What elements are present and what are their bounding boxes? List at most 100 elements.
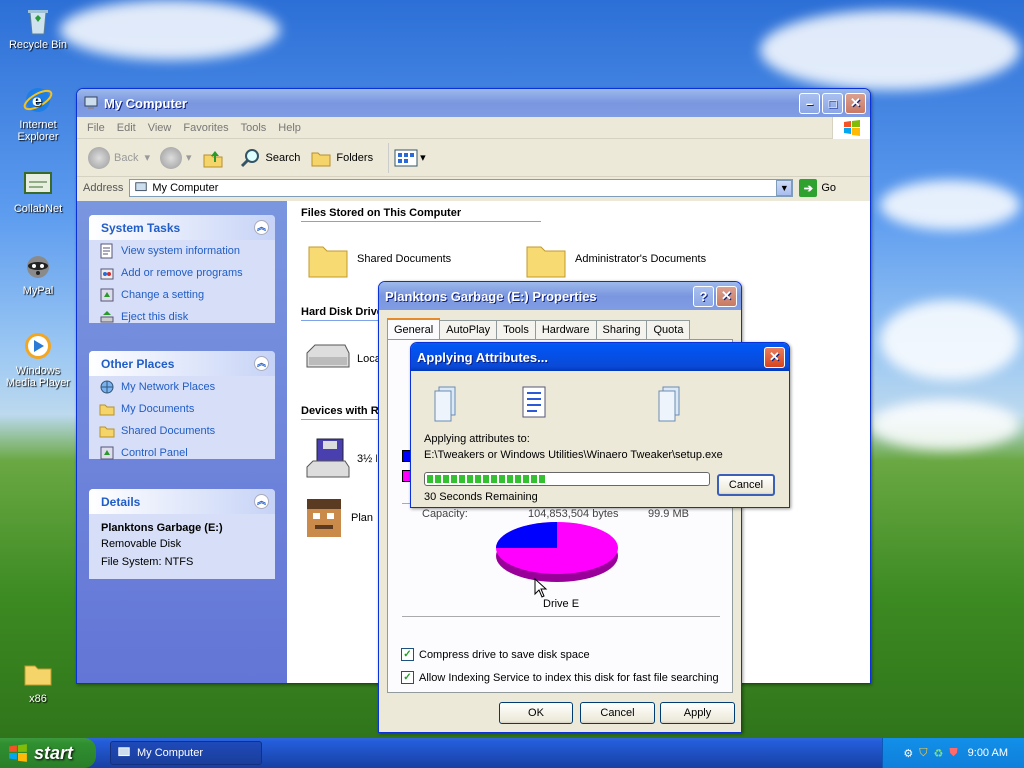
place-label: My Network Places	[121, 381, 216, 393]
menu-view[interactable]: View	[142, 122, 178, 134]
apply-button[interactable]: Apply	[660, 702, 735, 724]
task-change-setting[interactable]: Change a setting	[89, 284, 275, 306]
menu-tools[interactable]: Tools	[235, 122, 273, 134]
chevron-down-icon: ▾	[186, 152, 192, 164]
network-icon	[100, 380, 114, 394]
system-tray: ⚙ ⛉ ♻ ⛊ 9:00 AM	[882, 738, 1024, 768]
details-panel: Details ︽ Planktons Garbage (E:) Removab…	[89, 489, 275, 579]
clock: 9:00 AM	[967, 747, 1008, 759]
tab-general[interactable]: General	[387, 318, 441, 339]
checkmark-icon: ✓	[401, 648, 414, 661]
up-folder-button[interactable]	[197, 143, 229, 173]
plankton-drive-icon	[307, 499, 341, 537]
desktop-icon-recycle-bin[interactable]: Recycle Bin	[0, 4, 76, 51]
taskbar: start My Computer ⚙ ⛉ ♻ ⛊ 9:00 AM	[0, 738, 1024, 768]
folders-button[interactable]: Folders	[305, 143, 378, 173]
documents-folder-icon	[99, 404, 115, 416]
back-arrow-icon	[88, 146, 110, 169]
recycle-bin-icon	[28, 10, 48, 35]
item-label: Planktons Garbage (E:)	[351, 512, 373, 524]
menu-help[interactable]: Help	[272, 122, 307, 134]
place-label: Shared Documents	[121, 425, 216, 437]
views-button[interactable]: ▾	[388, 142, 431, 173]
item-floppy-drive[interactable]: 3½ Floppy (A:)	[303, 437, 377, 481]
menu-bar: File Edit View Favorites Tools Help	[77, 117, 870, 139]
pie-used-slice	[496, 522, 557, 548]
indexing-label: Allow Indexing Service to index this dis…	[419, 671, 719, 684]
system-tasks-panel: System Tasks ︽ View system information A…	[89, 215, 275, 323]
menu-edit[interactable]: Edit	[111, 122, 142, 134]
tab-autoplay[interactable]: AutoPlay	[439, 320, 498, 339]
details-header[interactable]: Details ︽	[89, 489, 275, 514]
tray-safely-remove-icon[interactable]: ♻	[934, 747, 944, 760]
hard-disk-icon	[306, 344, 350, 368]
compress-checkbox[interactable]: ✓ Compress drive to save disk space	[401, 648, 590, 661]
collapse-chevron-icon[interactable]: ︽	[254, 494, 269, 509]
checkmark-icon: ✓	[401, 671, 414, 684]
cancel-button[interactable]: Cancel	[580, 702, 655, 724]
tab-quota[interactable]: Quota	[646, 320, 691, 339]
place-my-network-places[interactable]: My Network Places	[89, 376, 275, 398]
chevron-down-icon: ▾	[420, 152, 426, 164]
item-admin-documents[interactable]: Administrator's Documents	[525, 239, 706, 279]
applying-cancel-button[interactable]: Cancel	[717, 474, 775, 496]
start-button[interactable]: start	[0, 738, 96, 768]
close-button[interactable]: ✕	[845, 92, 866, 114]
capacity-bytes: 104,853,504 bytes	[528, 508, 619, 520]
desktop-icon-label: x86	[29, 693, 47, 705]
item-label: Shared Documents	[357, 253, 452, 265]
desktop-icon-collabnet[interactable]: CollabNet	[0, 168, 76, 215]
forward-button[interactable]: ▾	[155, 143, 197, 173]
close-button[interactable]: ✕	[764, 346, 785, 368]
task-eject-disk[interactable]: Eject this disk	[89, 306, 275, 328]
indexing-checkbox[interactable]: ✓ Allow Indexing Service to index this d…	[401, 671, 719, 684]
cloud	[880, 180, 1020, 230]
help-button[interactable]: ?	[693, 285, 714, 307]
tray-shield-icon[interactable]: ⛉	[919, 747, 927, 760]
menu-file[interactable]: File	[81, 122, 111, 134]
item-local-disk[interactable]: Local Disk (C:)	[303, 343, 381, 375]
search-label: Search	[265, 151, 301, 164]
go-button[interactable]: ➔ Go	[799, 179, 836, 197]
taskbar-item-my-computer[interactable]: My Computer	[110, 741, 262, 765]
menu-favorites[interactable]: Favorites	[177, 122, 234, 134]
folders-label: Folders	[336, 151, 374, 164]
address-input[interactable]: My Computer ▼	[129, 179, 794, 197]
ok-button[interactable]: OK	[499, 702, 573, 724]
desktop-icon-mypal[interactable]: MyPal	[0, 250, 76, 297]
system-tasks-header[interactable]: System Tasks ︽	[89, 215, 275, 240]
back-button[interactable]: Back ▾	[83, 143, 155, 173]
desktop-icon-x86[interactable]: x86	[0, 658, 76, 705]
item-planktons-garbage[interactable]: Planktons Garbage (E:)	[305, 497, 373, 539]
collapse-chevron-icon[interactable]: ︽	[254, 220, 269, 235]
tab-sharing[interactable]: Sharing	[595, 320, 648, 339]
properties-titlebar[interactable]: Planktons Garbage (E:) Properties ? ✕	[379, 282, 741, 310]
tray-security-alert-icon[interactable]: ⛊	[949, 747, 957, 760]
desktop-icon-windows-media-player[interactable]: Windows Media Player	[0, 330, 76, 389]
item-label: Administrator's Documents	[575, 253, 707, 265]
maximize-button[interactable]: □	[822, 92, 843, 114]
tray-network-icon[interactable]: ⚙	[903, 747, 913, 760]
minimize-button[interactable]: –	[799, 92, 820, 114]
place-my-documents[interactable]: My Documents	[89, 398, 275, 420]
address-value: My Computer	[152, 182, 219, 194]
search-button[interactable]: Search	[235, 143, 306, 173]
close-button[interactable]: ✕	[716, 285, 737, 307]
task-view-system-info[interactable]: View system information	[89, 240, 275, 262]
my-computer-titlebar[interactable]: My Computer – □ ✕	[77, 89, 870, 117]
search-icon	[240, 148, 259, 167]
tab-tools[interactable]: Tools	[496, 320, 536, 339]
up-folder-icon	[203, 150, 223, 167]
place-shared-documents[interactable]: Shared Documents	[89, 420, 275, 442]
address-dropdown-button[interactable]: ▼	[776, 180, 793, 196]
other-places-header[interactable]: Other Places ︽	[89, 351, 275, 376]
item-shared-documents[interactable]: Shared Documents	[307, 239, 451, 279]
tab-hardware[interactable]: Hardware	[534, 320, 597, 339]
cloud	[880, 300, 1020, 380]
item-label: 3½ Floppy (A:)	[357, 453, 377, 465]
applying-titlebar[interactable]: Applying Attributes... ✕	[411, 343, 789, 371]
desktop-icon-internet-explorer[interactable]: e Internet Explorer	[0, 84, 76, 143]
task-add-remove-programs[interactable]: Add or remove programs	[89, 262, 275, 284]
collapse-chevron-icon[interactable]: ︽	[254, 356, 269, 371]
place-control-panel[interactable]: Control Panel	[89, 442, 275, 464]
